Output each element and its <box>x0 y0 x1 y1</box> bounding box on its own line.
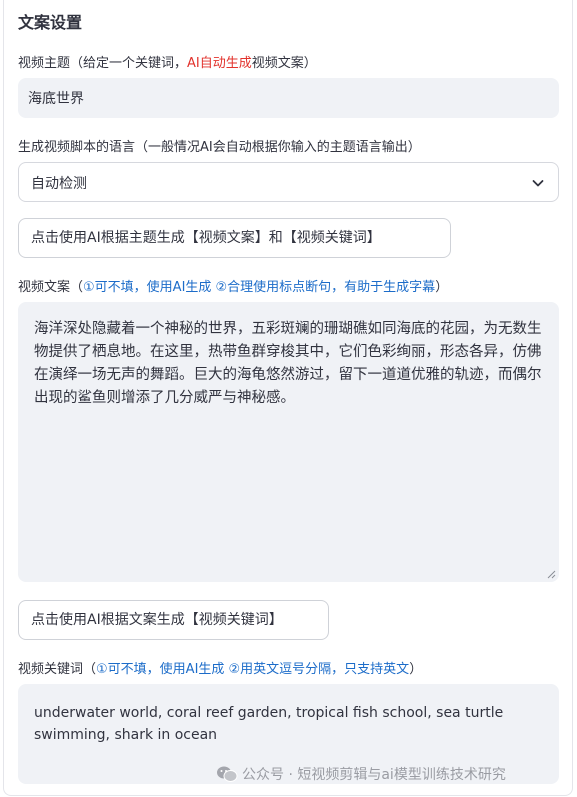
script-label-suffix: ） <box>435 280 449 295</box>
generate-keywords-button[interactable]: 点击使用AI根据文案生成【视频关键词】 <box>18 600 329 640</box>
keywords-label: 视频关键词（①可不填，使用AI生成 ②用英文逗号分隔，只支持英文） <box>18 658 422 677</box>
script-label: 视频文案（①可不填，使用AI生成 ②合理使用标点断句，有助于生成字幕） <box>18 276 448 295</box>
topic-label: 视频主题（给定一个关键词，AI自动生成视频文案） <box>18 52 317 71</box>
chevron-down-icon <box>532 180 544 187</box>
language-selected-value: 自动检测 <box>31 176 87 192</box>
topic-label-highlight: AI自动生成 <box>187 56 252 71</box>
wechat-icon <box>217 766 238 782</box>
topic-label-suffix: 视频文案） <box>251 56 317 71</box>
topic-label-prefix: 视频主题（给定一个关键词， <box>18 56 188 71</box>
generate-script-button[interactable]: 点击使用AI根据主题生成【视频文案】和【视频关键词】 <box>18 218 451 258</box>
script-label-prefix: 视频文案（ <box>18 280 84 295</box>
script-text: 海洋深处隐藏着一个神秘的世界，五彩斑斓的珊瑚礁如同海底的花园，为无数生物提供了栖… <box>34 321 542 406</box>
language-label: 生成视频脚本的语言（一般情况AI会自动根据你输入的主题语言输出） <box>18 140 421 155</box>
keywords-label-prefix: 视频关键词（ <box>18 662 97 677</box>
watermark: 公众号 · 短视频剪辑与ai模型训练技术研究 <box>216 764 506 784</box>
language-select[interactable]: 自动检测 <box>18 162 559 202</box>
keywords-label-suffix: ） <box>409 662 423 677</box>
section-title: 文案设置 <box>18 13 83 32</box>
keywords-label-hint: ①可不填，使用AI生成 ②用英文逗号分隔，只支持英文 <box>96 662 410 677</box>
topic-input[interactable]: 海底世界 <box>18 78 559 118</box>
script-label-hint: ①可不填，使用AI生成 ②合理使用标点断句，有助于生成字幕 <box>83 280 436 295</box>
resize-handle-icon[interactable] <box>546 569 556 579</box>
script-textarea[interactable]: 海洋深处隐藏着一个神秘的世界，五彩斑斓的珊瑚礁如同海底的花园，为无数生物提供了栖… <box>18 302 559 582</box>
watermark-text: 公众号 · 短视频剪辑与ai模型训练技术研究 <box>242 767 506 783</box>
